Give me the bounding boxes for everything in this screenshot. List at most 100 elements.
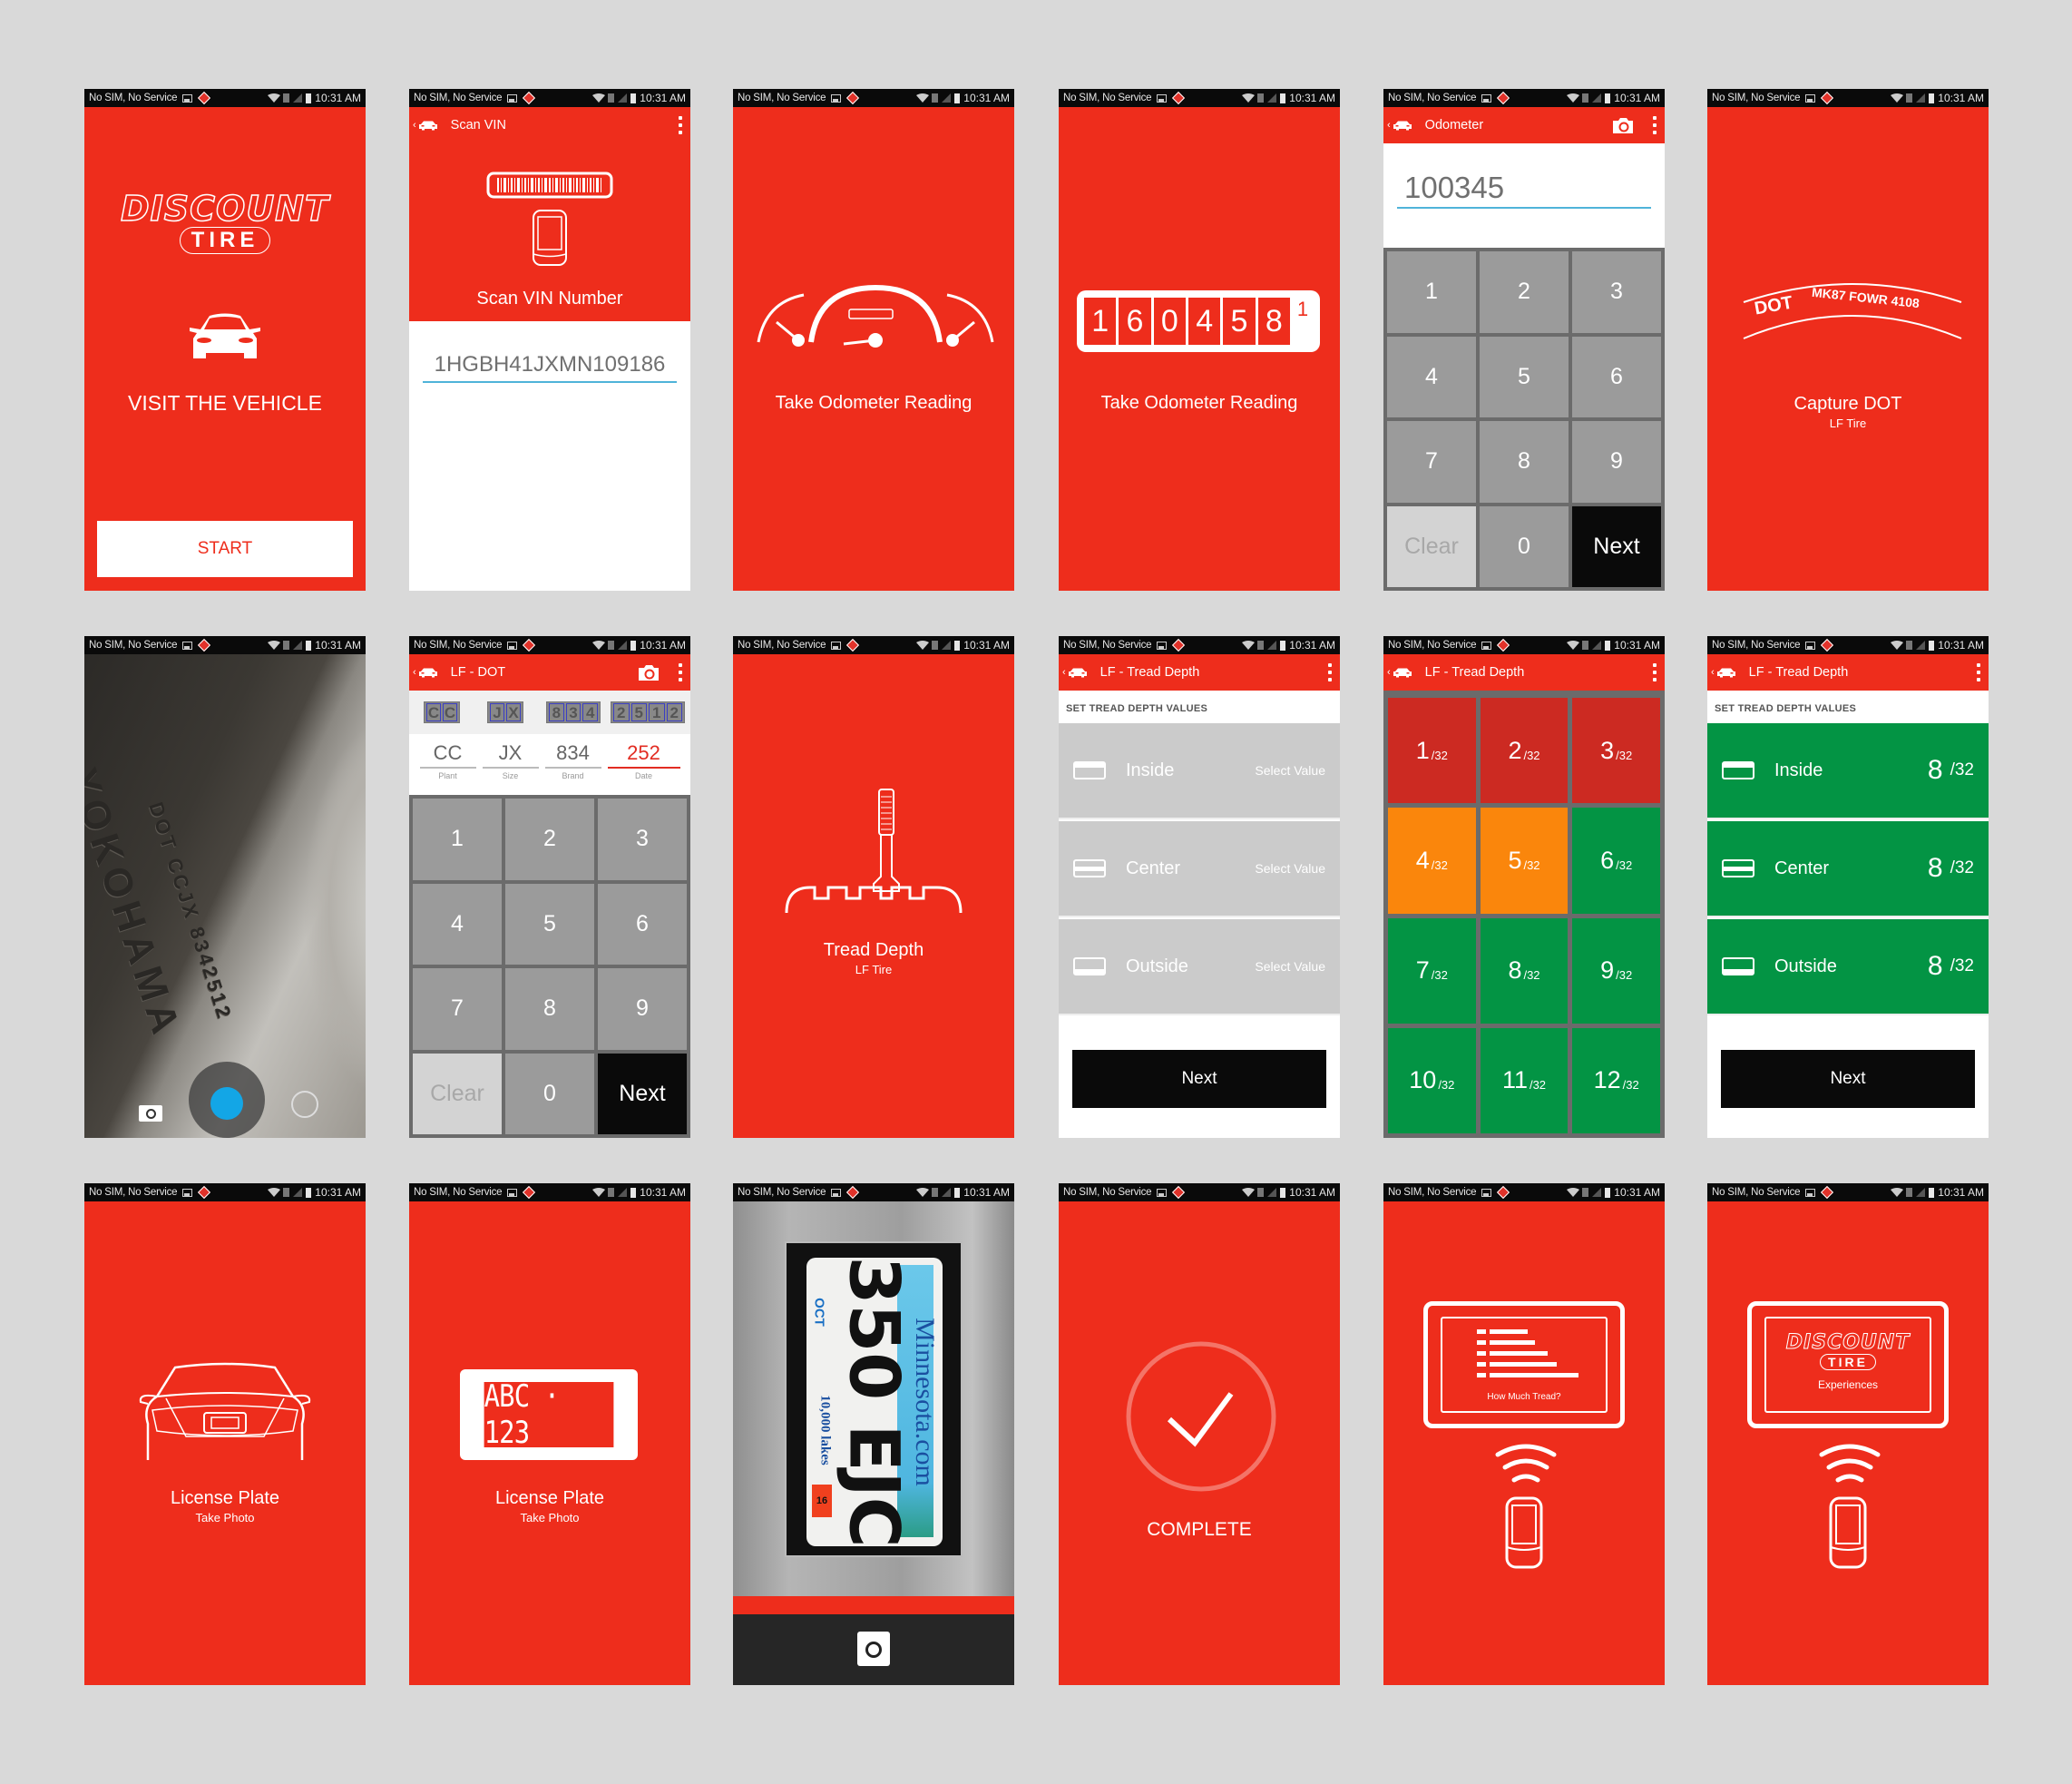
tread-row-outside[interactable]: Outside Select Value [1059,919,1340,1015]
tread-depth-option[interactable]: 1/32 [1388,698,1476,804]
signal-icon [1592,641,1602,650]
tread-depth-option[interactable]: 6/32 [1572,808,1660,914]
screen-capture-dot: No SIM, No Service 10:31 AM DOT MK87 FOW… [1707,89,1989,591]
status-time: 10:31 AM [1289,92,1335,104]
next-button[interactable]: Next [1721,1050,1975,1108]
camera-mode-button[interactable] [291,1091,318,1118]
handheld-device-icon [1825,1496,1871,1569]
dot-crop-size: J X [487,701,523,723]
capture-camera-icon[interactable] [857,1632,890,1666]
tread-depth-option[interactable]: 11/32 [1480,1027,1569,1133]
back-chevron-icon[interactable]: ‹ [413,120,416,131]
key-8[interactable]: 8 [1480,421,1569,503]
car-icon[interactable] [418,120,438,131]
odometer-digit: 1 [1084,298,1117,345]
key-0[interactable]: 0 [505,1053,594,1134]
overflow-menu-icon[interactable] [1977,663,1981,681]
back-chevron-icon[interactable]: ‹ [1387,667,1391,678]
odometer-input[interactable] [1397,169,1651,209]
tread-row-inside[interactable]: Inside Select Value [1059,723,1340,819]
dot-field-plant[interactable]: CC Plant [419,734,476,789]
plate-subheading: Take Photo [520,1511,580,1524]
key-3[interactable]: 3 [1572,251,1661,333]
tread-depth-option[interactable]: 12/32 [1572,1027,1660,1133]
key-1[interactable]: 1 [413,799,502,880]
action-bar: ‹ LF - DOT [409,654,690,691]
battery-icon [630,640,637,651]
switch-camera-icon[interactable] [139,1105,162,1122]
status-time: 10:31 AM [1614,92,1660,104]
start-button[interactable]: START [97,521,353,577]
overflow-menu-icon[interactable] [679,663,683,681]
status-bar: No SIM, No Service 10:31 AM [1059,89,1340,107]
car-icon[interactable] [1716,667,1736,678]
back-chevron-icon[interactable]: ‹ [1711,667,1715,678]
tread-depth-option[interactable]: 8/32 [1480,917,1569,1024]
alert-notification-icon [1821,91,1834,105]
tread-outside-icon [1073,957,1106,975]
vin-input[interactable] [423,348,677,383]
shutter-button[interactable] [210,1087,243,1120]
tread-row-outside[interactable]: Outside 8 /32 [1707,919,1989,1015]
dot-field-brand[interactable]: 834 Brand [544,734,601,789]
key-7[interactable]: 7 [1387,421,1476,503]
key-6[interactable]: 6 [598,883,687,965]
key-3[interactable]: 3 [598,799,687,880]
key-5[interactable]: 5 [505,883,594,965]
key-2[interactable]: 2 [1480,251,1569,333]
tread-depth-option[interactable]: 10/32 [1388,1027,1476,1133]
row-value: 8 [1927,853,1943,883]
field-value: CC [419,734,476,769]
car-icon[interactable] [1068,667,1088,678]
depth-value: 1 [1415,736,1430,764]
next-button[interactable]: Next [598,1053,687,1134]
clear-button[interactable]: Clear [413,1053,502,1134]
overflow-menu-icon[interactable] [1653,663,1657,681]
key-4[interactable]: 4 [1387,336,1476,417]
key-8[interactable]: 8 [505,968,594,1050]
next-button[interactable]: Next [1072,1050,1326,1108]
key-1[interactable]: 1 [1387,251,1476,333]
wireless-signal-icon [1494,1442,1558,1487]
camera-icon[interactable] [1611,116,1635,134]
tread-depth-option[interactable]: 7/32 [1388,917,1476,1024]
action-bar-title: Scan VIN [450,118,506,132]
key-5[interactable]: 5 [1480,336,1569,417]
key-4[interactable]: 4 [413,883,502,965]
tread-depth-option[interactable]: 3/32 [1572,698,1660,804]
camera-icon[interactable] [637,663,660,681]
tread-depth-option[interactable]: 4/32 [1388,808,1476,914]
key-9[interactable]: 9 [1572,421,1661,503]
car-icon[interactable] [1393,120,1412,131]
key-6[interactable]: 6 [1572,336,1661,417]
overflow-menu-icon[interactable] [1328,663,1333,681]
key-2[interactable]: 2 [505,799,594,880]
key-7[interactable]: 7 [413,968,502,1050]
dot-field-date[interactable]: 252 Date [607,734,680,789]
tread-row-center[interactable]: Center Select Value [1059,821,1340,917]
wifi-icon [268,93,281,103]
car-icon[interactable] [418,667,438,678]
back-chevron-icon[interactable]: ‹ [1387,120,1391,131]
tread-depth-option[interactable]: 5/32 [1480,808,1569,914]
tread-depth-option[interactable]: 9/32 [1572,917,1660,1024]
back-chevron-icon[interactable]: ‹ [1062,667,1066,678]
next-button[interactable]: Next [1572,505,1661,587]
dot-field-size[interactable]: JX Size [482,734,539,789]
row-label: Center [1774,858,1830,878]
tread-row-inside[interactable]: Inside 8 /32 [1707,723,1989,819]
key-9[interactable]: 9 [598,968,687,1050]
tread-row-center[interactable]: Center 8 /32 [1707,821,1989,917]
action-bar-title: LF - DOT [450,665,506,680]
key-0[interactable]: 0 [1480,505,1569,587]
tread-center-icon [1722,859,1754,877]
overflow-menu-icon[interactable] [1653,116,1657,134]
back-chevron-icon[interactable]: ‹ [413,667,416,678]
clear-button[interactable]: Clear [1387,505,1476,587]
battery-icon [954,1187,961,1198]
visit-vehicle-heading: VISIT THE VEHICLE [128,391,322,415]
car-icon[interactable] [1393,667,1412,678]
tread-gauge-icon [785,789,963,914]
overflow-menu-icon[interactable] [679,116,683,134]
tread-depth-option[interactable]: 2/32 [1480,698,1569,804]
